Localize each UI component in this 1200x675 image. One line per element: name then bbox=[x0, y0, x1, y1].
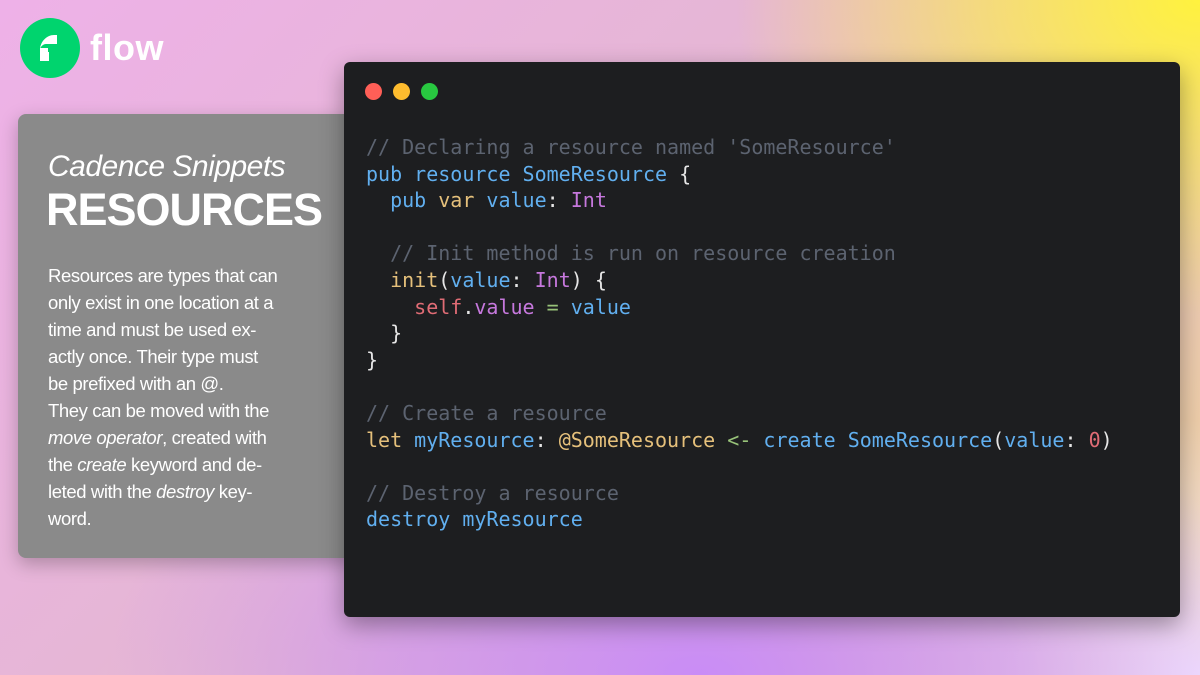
code-token: var bbox=[438, 188, 487, 213]
code-token: myResource bbox=[462, 507, 583, 532]
code-token: ) bbox=[1100, 427, 1113, 452]
minimize-dot[interactable] bbox=[393, 83, 410, 100]
code-token: pub bbox=[366, 188, 439, 213]
code-token: : bbox=[546, 188, 571, 213]
code-window: // Declaring a resource named 'SomeResou… bbox=[344, 62, 1180, 617]
code-line: pub var value: Int bbox=[366, 187, 1113, 214]
text-segment: keyword and de- bbox=[126, 454, 262, 475]
description-line: the create keyword and de- bbox=[48, 451, 328, 478]
code-token: // Create a resource bbox=[366, 400, 607, 425]
code-token: value bbox=[486, 188, 547, 213]
code-token: myResource bbox=[414, 427, 535, 452]
code-token: ( bbox=[992, 427, 1005, 452]
text-segment: be prefixed with an @. bbox=[48, 373, 224, 394]
flow-logo: flow bbox=[20, 18, 164, 78]
code-block: // Declaring a resource named 'SomeResou… bbox=[366, 134, 1113, 533]
code-token: ) { bbox=[570, 267, 607, 292]
text-segment: time and must be used ex- bbox=[48, 319, 256, 340]
code-token: Int bbox=[570, 188, 607, 213]
description-line: word. bbox=[48, 505, 328, 532]
code-line: // Destroy a resource bbox=[366, 480, 1113, 507]
code-token: ( bbox=[438, 267, 451, 292]
description-line: actly once. Their type must bbox=[48, 343, 328, 370]
code-line: // Declaring a resource named 'SomeResou… bbox=[366, 134, 1113, 161]
description: Resources are types that can only exist i… bbox=[48, 262, 328, 532]
description-line: Resources are types that can bbox=[48, 262, 328, 289]
code-token: <- bbox=[715, 427, 764, 452]
code-line: // Create a resource bbox=[366, 400, 1113, 427]
code-token: : bbox=[1064, 427, 1089, 452]
code-token: // Destroy a resource bbox=[366, 480, 619, 505]
description-line: They can be moved with the bbox=[48, 397, 328, 424]
code-token: value bbox=[474, 294, 535, 319]
code-token: SomeResource bbox=[847, 427, 993, 452]
code-line: } bbox=[366, 347, 1113, 374]
window-controls bbox=[365, 83, 449, 100]
code-line: self.value = value bbox=[366, 294, 1113, 321]
maximize-dot[interactable] bbox=[421, 83, 438, 100]
close-dot[interactable] bbox=[365, 83, 382, 100]
text-segment: key- bbox=[214, 481, 253, 502]
code-token: value bbox=[570, 294, 631, 319]
description-line: move operator, created with bbox=[48, 424, 328, 451]
code-token: self bbox=[366, 294, 463, 319]
code-token: = bbox=[534, 294, 571, 319]
code-token: : bbox=[534, 427, 559, 452]
description-line: leted with the destroy key- bbox=[48, 478, 328, 505]
code-token: @SomeResource bbox=[558, 427, 716, 452]
code-token: value bbox=[1004, 427, 1065, 452]
text-segment: word. bbox=[48, 508, 92, 529]
code-token: pub resource bbox=[366, 161, 523, 186]
description-line: time and must be used ex- bbox=[48, 316, 328, 343]
code-line: init(value: Int) { bbox=[366, 267, 1113, 294]
brand-name: flow bbox=[90, 27, 164, 68]
emphasis-text: create bbox=[77, 454, 127, 475]
emphasis-text: destroy bbox=[156, 481, 215, 502]
code-token: : bbox=[510, 267, 535, 292]
info-card: Cadence Snippets RESOURCES Resources are… bbox=[18, 114, 358, 558]
subtitle: Cadence Snippets bbox=[48, 150, 286, 183]
code-token: 0 bbox=[1088, 427, 1101, 452]
code-token: create bbox=[763, 427, 848, 452]
text-segment: only exist in one location at a bbox=[48, 292, 274, 313]
code-token: init bbox=[366, 267, 439, 292]
code-line: // Init method is run on resource creati… bbox=[366, 240, 1113, 267]
code-token: SomeResource bbox=[522, 161, 668, 186]
code-token: // Declaring a resource named 'SomeResou… bbox=[366, 135, 896, 159]
text-segment: , created with bbox=[162, 427, 267, 448]
text-segment: actly once. Their type must bbox=[48, 346, 258, 367]
code-line: let myResource: @SomeResource <- create … bbox=[366, 427, 1113, 454]
code-line: destroy myResource bbox=[366, 506, 1113, 533]
text-segment: the bbox=[48, 454, 78, 475]
emphasis-text: move operator bbox=[48, 427, 163, 448]
code-line: pub resource SomeResource { bbox=[366, 161, 1113, 188]
code-token: { bbox=[667, 161, 692, 186]
code-token: } bbox=[366, 321, 403, 346]
code-token: let bbox=[366, 427, 415, 452]
page-title: RESOURCES bbox=[46, 184, 323, 235]
flow-logo-icon bbox=[20, 18, 80, 78]
text-segment: They can be moved with the bbox=[48, 400, 269, 421]
description-line: only exist in one location at a bbox=[48, 289, 328, 316]
code-token: // Init method is run on resource creati… bbox=[366, 241, 896, 266]
code-token: Int bbox=[534, 267, 571, 292]
text-segment: Resources are types that can bbox=[48, 265, 278, 286]
code-token: value bbox=[450, 267, 511, 292]
code-token: destroy bbox=[366, 507, 463, 532]
code-token: } bbox=[366, 347, 379, 372]
description-line: be prefixed with an @. bbox=[48, 370, 328, 397]
code-line: } bbox=[366, 320, 1113, 347]
text-segment: leted with the bbox=[48, 481, 157, 502]
code-token: . bbox=[462, 294, 475, 319]
